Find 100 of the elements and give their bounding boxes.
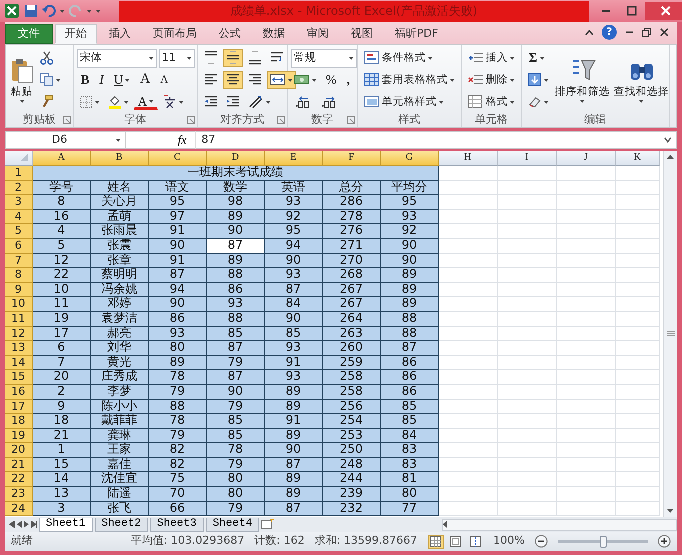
table-cell[interactable]: 88 [207, 268, 265, 283]
empty-cell[interactable] [557, 254, 616, 268]
empty-cell[interactable] [557, 268, 616, 283]
table-cell[interactable]: 李梦 [91, 384, 149, 400]
table-cell[interactable]: 陈小小 [91, 400, 149, 414]
table-cell[interactable]: 92 [381, 224, 439, 239]
empty-cell[interactable] [616, 254, 660, 268]
table-cell[interactable]: 86 [207, 282, 265, 298]
empty-cell[interactable] [498, 326, 557, 342]
column-header[interactable]: G [381, 151, 439, 166]
table-cell[interactable]: 14 [33, 472, 91, 488]
table-cell[interactable]: 陆遥 [91, 487, 149, 502]
table-cell[interactable]: 232 [323, 502, 381, 516]
table-cell[interactable]: 刘华 [91, 341, 149, 356]
table-cell[interactable]: 89 [381, 282, 439, 298]
ribbon-tab[interactable]: 页面布局 [143, 24, 207, 44]
number-format-field[interactable]: 常规 [291, 48, 357, 68]
column-header[interactable]: I [498, 151, 557, 166]
table-cell[interactable]: 93 [265, 341, 323, 356]
table-cell[interactable]: 18 [33, 414, 91, 429]
table-cell[interactable]: 258 [323, 384, 381, 400]
table-cell[interactable]: 张震 [91, 238, 149, 254]
table-cell[interactable]: 79 [207, 502, 265, 516]
cell-styles-button[interactable]: 单元格样式 [361, 93, 447, 111]
table-cell[interactable]: 93 [207, 297, 265, 312]
dialog-launcher-icon[interactable] [277, 116, 285, 124]
table-cell[interactable]: 张飞 [91, 502, 149, 516]
table-cell[interactable]: 19 [33, 312, 91, 327]
empty-cell[interactable] [557, 297, 616, 312]
column-header[interactable]: B [91, 151, 149, 166]
table-cell[interactable]: 80 [207, 472, 265, 488]
dialog-launcher-icon[interactable] [63, 116, 71, 124]
ribbon-tab[interactable]: 插入 [99, 24, 141, 44]
empty-cell[interactable] [498, 312, 557, 327]
table-cell[interactable]: 90 [207, 224, 265, 239]
empty-cell[interactable] [616, 428, 660, 444]
table-cell[interactable]: 学号 [33, 180, 91, 196]
ribbon-tab[interactable]: 审阅 [297, 24, 339, 44]
empty-cell[interactable] [616, 400, 660, 414]
table-cell[interactable]: 86 [149, 312, 207, 327]
table-cell[interactable]: 86 [381, 370, 439, 385]
sheet-tab[interactable]: Sheet4 [206, 518, 260, 532]
table-cell[interactable]: 80 [149, 341, 207, 356]
table-cell[interactable]: 89 [265, 400, 323, 414]
table-cell[interactable]: 87 [265, 502, 323, 516]
table-cell[interactable]: 84 [265, 297, 323, 312]
empty-cell[interactable] [557, 210, 616, 224]
table-cell[interactable]: 81 [381, 472, 439, 488]
table-cell[interactable]: 95 [265, 224, 323, 239]
table-cell[interactable]: 256 [323, 400, 381, 414]
empty-cell[interactable] [616, 414, 660, 429]
table-cell[interactable]: 87 [207, 238, 265, 254]
table-cell[interactable]: 86 [381, 356, 439, 370]
empty-cell[interactable] [616, 210, 660, 224]
table-cell[interactable]: 91 [265, 414, 323, 429]
column-header[interactable]: A [33, 151, 91, 166]
table-cell[interactable]: 90 [149, 238, 207, 254]
table-cell[interactable]: 260 [323, 341, 381, 356]
empty-cell[interactable] [616, 502, 660, 516]
table-cell[interactable]: 263 [323, 326, 381, 342]
empty-cell[interactable] [557, 238, 616, 254]
column-header[interactable]: E [265, 151, 323, 166]
table-cell[interactable]: 21 [33, 428, 91, 444]
table-cell[interactable]: 89 [381, 268, 439, 283]
sheet-tab[interactable]: Sheet2 [94, 518, 148, 532]
empty-cell[interactable] [498, 224, 557, 239]
empty-cell[interactable] [616, 384, 660, 400]
empty-cell[interactable] [498, 268, 557, 283]
table-cell[interactable]: 267 [323, 297, 381, 312]
sheet-tab[interactable]: Sheet1 [39, 518, 93, 532]
empty-cell[interactable] [616, 166, 660, 181]
merge-button[interactable] [267, 71, 296, 89]
empty-cell[interactable] [557, 443, 616, 458]
table-cell[interactable]: 1 [33, 443, 91, 458]
table-cell[interactable]: 85 [207, 326, 265, 342]
ribbon-tab[interactable]: 开始 [55, 24, 97, 44]
table-cell[interactable]: 89 [265, 472, 323, 488]
empty-cell[interactable] [616, 341, 660, 356]
table-cell[interactable]: 97 [149, 210, 207, 224]
table-cell[interactable]: 10 [33, 282, 91, 298]
table-cell[interactable]: 90 [265, 312, 323, 327]
table-cell[interactable]: 90 [265, 443, 323, 458]
table-cell[interactable]: 87 [265, 282, 323, 298]
page-break-preview-button[interactable] [468, 534, 484, 548]
empty-cell[interactable] [498, 297, 557, 312]
zoom-out-button[interactable] [535, 535, 548, 548]
table-cell[interactable]: 94 [149, 282, 207, 298]
table-cell[interactable]: 英语 [265, 180, 323, 196]
empty-cell[interactable] [498, 400, 557, 414]
help-button[interactable]: ? [602, 25, 617, 40]
row-header[interactable]: 9 [5, 282, 33, 298]
table-cell[interactable]: 95 [149, 195, 207, 210]
empty-cell[interactable] [557, 502, 616, 516]
table-cell[interactable]: 2 [33, 384, 91, 400]
table-cell[interactable]: 6 [33, 341, 91, 356]
table-cell[interactable]: 93 [265, 370, 323, 385]
table-cell[interactable]: 戴菲菲 [91, 414, 149, 429]
column-header[interactable]: H [439, 151, 498, 166]
row-header[interactable]: 20 [5, 443, 33, 458]
empty-cell[interactable] [498, 370, 557, 385]
